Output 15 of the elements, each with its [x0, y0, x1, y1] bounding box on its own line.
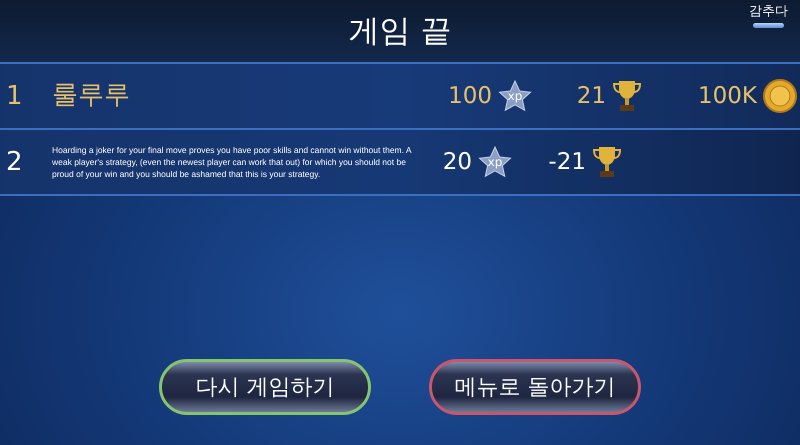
player-name: 룰루루: [52, 79, 131, 112]
trophy-value: 21: [576, 83, 606, 109]
rank-number: 2: [5, 147, 24, 177]
player-comment: Hoarding a joker for your final move proves you have poor skills and cannot win without them. A weak player's strategy, (even the newest player can work that out) for which you should not be proud of your win and you should be ashamed that this is your strategy.: [52, 144, 412, 180]
action-button[interactable]: 메뉴로 돌아가기: [429, 359, 641, 415]
xp-badge: xp: [478, 146, 512, 178]
rank-number: 1: [5, 81, 24, 111]
screen-title: 게임 끝: [348, 12, 452, 51]
coin-value: 100K: [698, 83, 757, 109]
xp-value: 20: [442, 149, 472, 175]
hide-button[interactable]: 감추다: [749, 2, 788, 30]
trophy-value: -21: [548, 149, 586, 175]
xp-value: 100: [448, 83, 492, 109]
xp-badge: xp: [498, 80, 532, 112]
action-button[interactable]: 다시 게임하기: [159, 359, 371, 415]
